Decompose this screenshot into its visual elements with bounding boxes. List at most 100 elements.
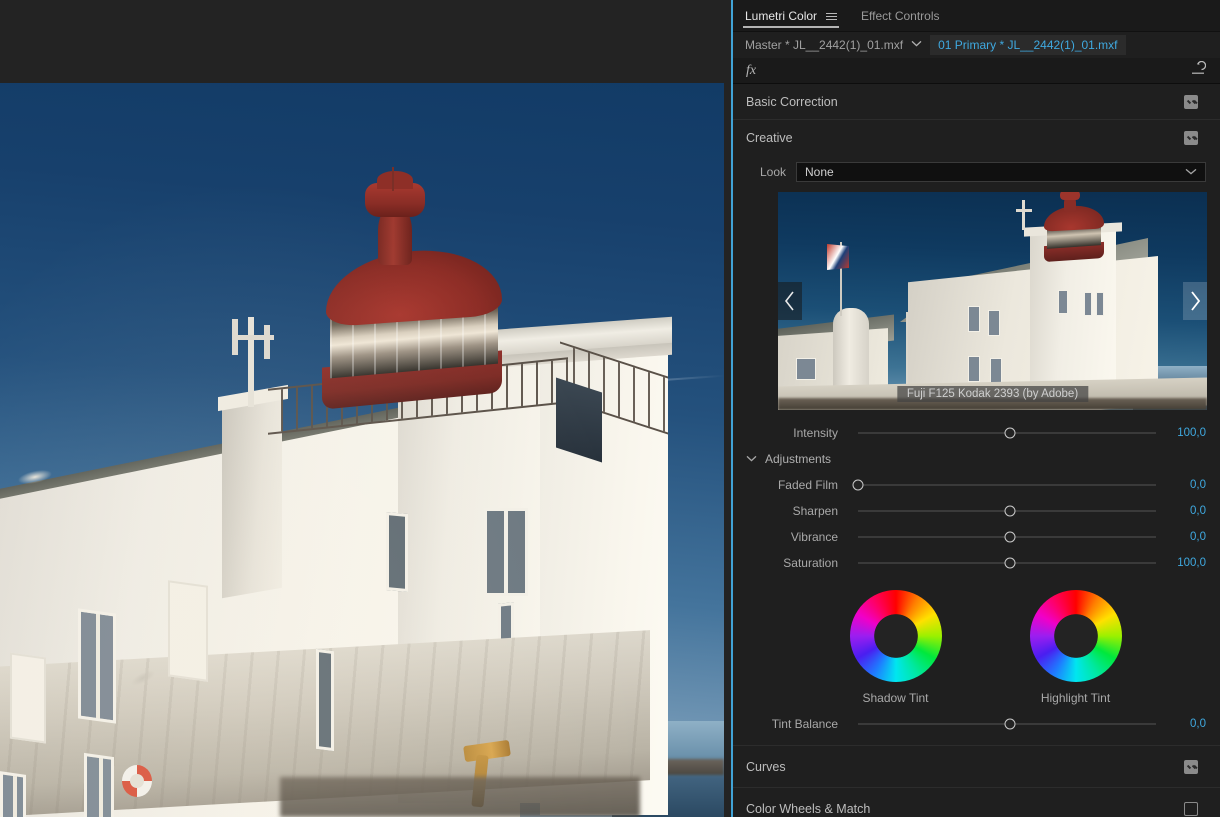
slider-faded-film-value[interactable]: 0,0	[1168, 479, 1206, 491]
section-creative-checkbox[interactable]	[1184, 131, 1198, 145]
slider-tint-balance-label: Tint Balance	[771, 717, 838, 731]
slider-intensity-value[interactable]: 100,0	[1168, 427, 1206, 439]
slider-faded-film-knob[interactable]	[852, 479, 864, 491]
fx-bar: fx	[733, 58, 1220, 84]
slider-tint-balance-value[interactable]: 0,0	[1168, 718, 1206, 730]
slider-saturation-value[interactable]: 100,0	[1168, 557, 1206, 569]
antenna-arm-right	[264, 325, 270, 359]
highlight-tint-label: Highlight Tint	[1040, 691, 1111, 705]
section-basic-correction-checkbox[interactable]	[1184, 94, 1198, 109]
slider-saturation[interactable]: Saturation 100,0	[733, 550, 1220, 576]
slider-saturation-track[interactable]	[858, 550, 1156, 576]
antenna-crossbar	[232, 335, 274, 340]
slider-tint-balance-knob[interactable]	[1004, 718, 1016, 730]
chevron-right-icon	[1191, 291, 1201, 311]
slider-sharpen-track[interactable]	[858, 498, 1156, 524]
slider-vibrance-knob[interactable]	[1004, 531, 1016, 543]
reset-arrow-icon[interactable]	[1190, 60, 1207, 80]
tab-lumetri-color-label: Lumetri Color	[745, 9, 818, 23]
look-dropdown[interactable]: None	[796, 162, 1206, 182]
section-color-wheels-match[interactable]: Color Wheels & Match	[733, 788, 1220, 817]
window	[0, 771, 26, 817]
preview-norwegian-flag	[827, 244, 849, 270]
fx-icon[interactable]: fx	[746, 63, 756, 79]
slider-tint-balance[interactable]: Tint Balance 0,0	[733, 711, 1220, 737]
window	[84, 752, 114, 817]
lifebuoy	[122, 765, 152, 797]
preview-window	[988, 310, 1000, 336]
lantern-finial	[365, 171, 425, 217]
preview-lantern-finial	[1060, 192, 1080, 200]
app-root: Lumetri Color Effect Controls Master * J…	[0, 0, 1220, 817]
look-next-button[interactable]	[1183, 282, 1207, 320]
tab-lumetri-color[interactable]: Lumetri Color	[733, 1, 849, 31]
panel-scroll-area[interactable]: Basic Correction Creative Look None Fuji…	[733, 84, 1220, 817]
slider-saturation-label: Saturation	[783, 556, 838, 570]
slider-sharpen-knob[interactable]	[1004, 505, 1016, 517]
chevron-down-icon[interactable]	[911, 40, 922, 50]
tab-effect-controls[interactable]: Effect Controls	[849, 1, 951, 31]
section-color-wheels-match-title: Color Wheels & Match	[746, 802, 871, 816]
preview-window	[1096, 292, 1104, 316]
chevron-left-icon	[784, 291, 794, 311]
master-clip-label[interactable]: Master * JL__2442(1)_01.mxf	[745, 38, 903, 52]
wall-panel	[168, 580, 208, 682]
clip-selector-bar: Master * JL__2442(1)_01.mxf 01 Primary *…	[733, 32, 1220, 58]
preview-water-tank	[833, 308, 869, 392]
highlight-tint-wheel[interactable]	[1029, 590, 1122, 682]
foreground-rocks	[280, 777, 640, 817]
preview-window	[968, 356, 980, 382]
chevron-down-icon[interactable]	[746, 454, 757, 465]
wall-panel	[10, 652, 46, 744]
section-curves[interactable]: Curves	[733, 746, 1220, 788]
panel-tabbar: Lumetri Color Effect Controls	[733, 0, 1220, 32]
adjustments-group-header[interactable]: Adjustments	[733, 446, 1220, 472]
antenna-mast	[248, 317, 254, 407]
slider-saturation-knob[interactable]	[1004, 557, 1016, 569]
look-dropdown-value: None	[805, 165, 834, 179]
shadow-tint-wheel[interactable]	[849, 590, 942, 682]
hamburger-icon[interactable]	[826, 12, 838, 20]
window	[316, 648, 334, 752]
section-creative-title: Creative	[746, 131, 793, 145]
slider-faded-film[interactable]: Faded Film 0,0	[733, 472, 1220, 498]
look-prev-button[interactable]	[778, 282, 802, 320]
program-monitor-image[interactable]	[0, 83, 724, 817]
section-curves-checkbox[interactable]	[1184, 759, 1198, 774]
equipment-box	[556, 377, 602, 463]
slider-sharpen[interactable]: Sharpen 0,0	[733, 498, 1220, 524]
primary-correction-chip[interactable]: 01 Primary * JL__2442(1)_01.mxf	[930, 35, 1126, 55]
program-monitor[interactable]	[0, 0, 731, 817]
slider-intensity-track[interactable]	[858, 420, 1156, 446]
slider-vibrance-label: Vibrance	[790, 530, 838, 544]
shadow-tint-control[interactable]: Shadow Tint	[849, 590, 942, 705]
window	[386, 512, 408, 592]
section-basic-correction[interactable]: Basic Correction	[733, 84, 1220, 120]
slider-intensity[interactable]: Intensity 100,0	[733, 420, 1220, 446]
chevron-down-icon	[1185, 167, 1197, 178]
slider-intensity-label: Intensity	[793, 426, 838, 440]
look-label: Look	[759, 165, 786, 179]
section-creative[interactable]: Creative	[733, 120, 1220, 156]
look-row: Look None	[733, 156, 1220, 190]
look-preview[interactable]: Fuji F125 Kodak 2393 (by Adobe)	[778, 192, 1207, 410]
adjustments-label: Adjustments	[765, 452, 832, 466]
shadow-tint-label: Shadow Tint	[862, 691, 929, 705]
preview-window	[990, 358, 1002, 384]
slider-intensity-knob[interactable]	[1004, 427, 1016, 439]
lumetri-color-panel: Lumetri Color Effect Controls Master * J…	[731, 0, 1220, 817]
tab-effect-controls-label: Effect Controls	[861, 9, 940, 23]
slider-tint-balance-track[interactable]	[858, 711, 1156, 737]
preview-window	[796, 358, 816, 380]
slider-vibrance-value[interactable]: 0,0	[1168, 531, 1206, 543]
preview-window	[1058, 290, 1068, 314]
slider-sharpen-value[interactable]: 0,0	[1168, 505, 1206, 517]
preview-antenna-crossbar	[1016, 209, 1032, 212]
slider-vibrance[interactable]: Vibrance 0,0	[733, 524, 1220, 550]
slider-vibrance-track[interactable]	[858, 524, 1156, 550]
section-color-wheels-match-checkbox[interactable]	[1184, 802, 1198, 816]
highlight-tint-control[interactable]: Highlight Tint	[1029, 590, 1122, 705]
window	[484, 508, 528, 596]
slider-faded-film-track[interactable]	[852, 472, 1156, 498]
section-curves-title: Curves	[746, 759, 786, 774]
